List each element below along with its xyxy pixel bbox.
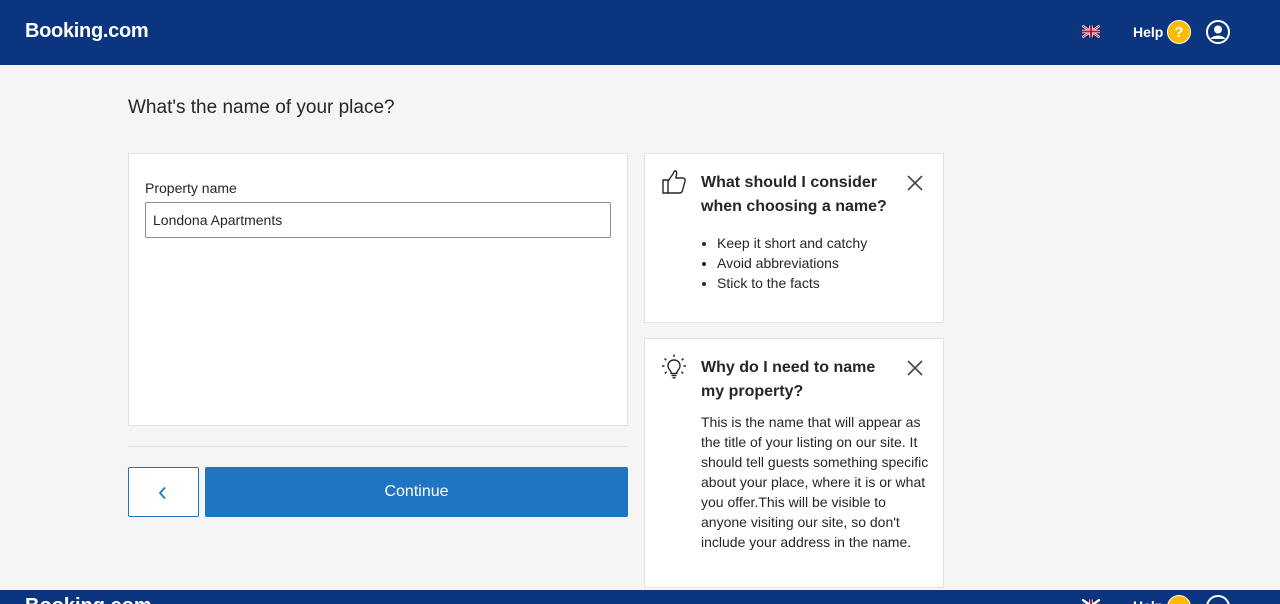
naming-tips-card: What should I consider when choosing a n… [644,153,944,323]
list-item: Keep it short and catchy [717,233,867,253]
divider [128,446,628,447]
close-icon[interactable] [905,173,925,193]
uk-flag-icon[interactable] [1082,599,1100,604]
property-name-card: Property name [128,153,628,426]
user-icon[interactable] [1206,595,1230,604]
booking-logo[interactable]: Booking.com [25,595,152,604]
property-name-label: Property name [145,180,237,196]
help-question-icon[interactable]: ? [1167,20,1191,44]
help-link[interactable]: Help [1133,24,1163,40]
why-name-card: Why do I need to name my property? This … [644,338,944,588]
booking-logo[interactable]: Booking.com [25,20,149,43]
help-link[interactable]: Help [1133,598,1163,604]
property-name-input[interactable] [145,202,611,238]
chevron-left-icon [158,486,166,500]
back-button[interactable] [128,467,199,517]
close-icon[interactable] [905,358,925,378]
user-icon[interactable] [1206,20,1230,44]
list-item: Avoid abbreviations [717,253,867,273]
continue-button[interactable]: Continue [205,467,628,517]
help-question-icon[interactable] [1167,595,1191,604]
list-item: Stick to the facts [717,273,867,293]
naming-tips-title: What should I consider when choosing a n… [701,174,887,215]
lightbulb-icon [660,353,688,381]
page-title: What's the name of your place? [128,97,395,118]
why-name-title: Why do I need to name my property? [701,359,876,400]
thumbs-up-icon [660,168,688,196]
bottom-navigation-bar: Booking.com Help [0,590,1280,604]
why-name-body: This is the name that will appear as the… [701,414,929,550]
naming-tips-list: Keep it short and catchy Avoid abbreviat… [717,233,867,293]
uk-flag-icon[interactable] [1082,25,1100,38]
top-navigation-bar: Booking.com Help ? [0,0,1280,65]
